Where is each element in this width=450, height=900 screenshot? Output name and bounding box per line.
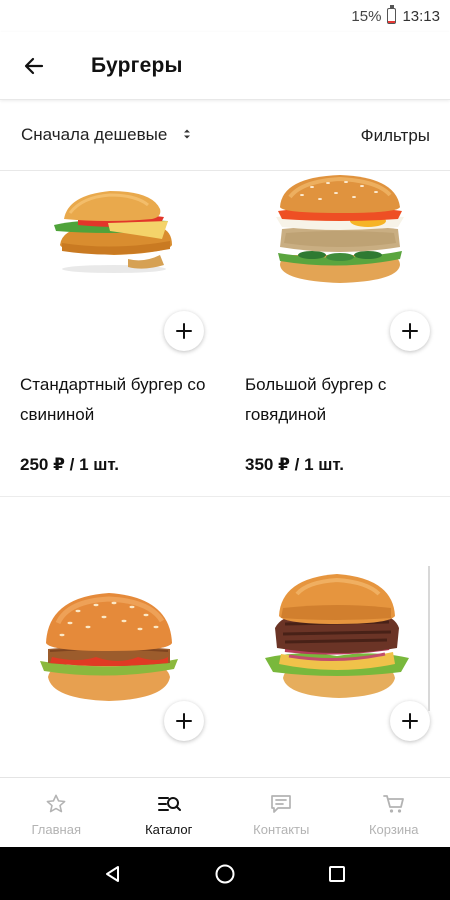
- product-card[interactable]: Стандартный бургер со свининой 250 ₽ / 1…: [0, 171, 225, 496]
- product-name: Большой бургер с говядиной: [245, 375, 387, 424]
- page-title: Бургеры: [91, 54, 183, 77]
- add-to-cart-button[interactable]: [390, 311, 430, 351]
- battery-percent: 15%: [351, 7, 382, 25]
- product-grid: Стандартный бургер со свининой 250 ₽ / 1…: [0, 171, 450, 777]
- system-home-button[interactable]: [212, 861, 238, 887]
- cart-icon: [382, 792, 406, 816]
- sort-filter-bar: Сначала дешевые Фильтры: [0, 101, 450, 171]
- battery-level: [388, 20, 396, 23]
- star-icon: [44, 792, 68, 816]
- product-price: 250 ₽ / 1 шт.: [20, 455, 119, 474]
- nav-item-cart[interactable]: Корзина: [338, 778, 450, 847]
- sort-label: Сначала дешевые: [21, 125, 168, 144]
- system-recents-button[interactable]: [324, 861, 350, 887]
- nav-item-catalog[interactable]: Каталог: [113, 778, 226, 847]
- app-header: Бургеры: [0, 32, 450, 100]
- bottom-navigation: Главная Каталог Контакты Корзина: [0, 777, 450, 847]
- status-bar: 15% 13:13: [0, 0, 450, 32]
- product-image-burger: [40, 593, 178, 701]
- sort-arrows-icon: [183, 128, 191, 143]
- product-price: 350 ₽ / 1 шт.: [245, 455, 344, 474]
- product-card[interactable]: [225, 497, 450, 777]
- nav-label: Корзина: [368, 822, 419, 837]
- triangle-back-icon: [106, 866, 119, 882]
- battery-icon: [387, 5, 397, 24]
- nav-item-contacts[interactable]: Контакты: [225, 778, 338, 847]
- arrow-left-icon: [24, 57, 44, 75]
- product-card[interactable]: [0, 497, 225, 777]
- nav-label: Каталог: [145, 822, 193, 837]
- nav-label: Контакты: [253, 822, 310, 837]
- product-row: [0, 497, 450, 777]
- square-recents-icon: [329, 866, 345, 882]
- status-time: 13:13: [402, 7, 440, 25]
- catalog-search-icon: [157, 792, 181, 816]
- add-to-cart-button[interactable]: [164, 701, 204, 741]
- product-row: Стандартный бургер со свининой 250 ₽ / 1…: [0, 171, 450, 497]
- scrollbar[interactable]: [428, 566, 430, 711]
- add-to-cart-button[interactable]: [390, 701, 430, 741]
- plus-icon: [402, 713, 418, 729]
- product-card[interactable]: Большой бургер с говядиной 350 ₽ / 1 шт.: [225, 171, 450, 496]
- status-indicators: 15% 13:13: [351, 5, 440, 26]
- add-to-cart-button[interactable]: [164, 311, 204, 351]
- system-navigation-bar: [0, 847, 450, 900]
- plus-icon: [176, 713, 192, 729]
- nav-label: Главная: [31, 822, 81, 837]
- product-name: Стандартный бургер со свининой: [20, 375, 206, 424]
- plus-icon: [176, 323, 192, 339]
- back-button[interactable]: [20, 52, 48, 80]
- plus-icon: [402, 323, 418, 339]
- filters-button[interactable]: Фильтры: [361, 126, 430, 146]
- product-image-pork-burger: [54, 191, 172, 273]
- system-back-button[interactable]: [100, 861, 126, 887]
- sort-dropdown[interactable]: Сначала дешевые: [21, 125, 191, 145]
- circle-home-icon: [215, 864, 235, 884]
- chat-icon: [269, 792, 293, 816]
- product-image-beef-burger: [276, 175, 404, 283]
- nav-item-home[interactable]: Главная: [0, 778, 113, 847]
- product-image-grilled-burger: [265, 574, 409, 698]
